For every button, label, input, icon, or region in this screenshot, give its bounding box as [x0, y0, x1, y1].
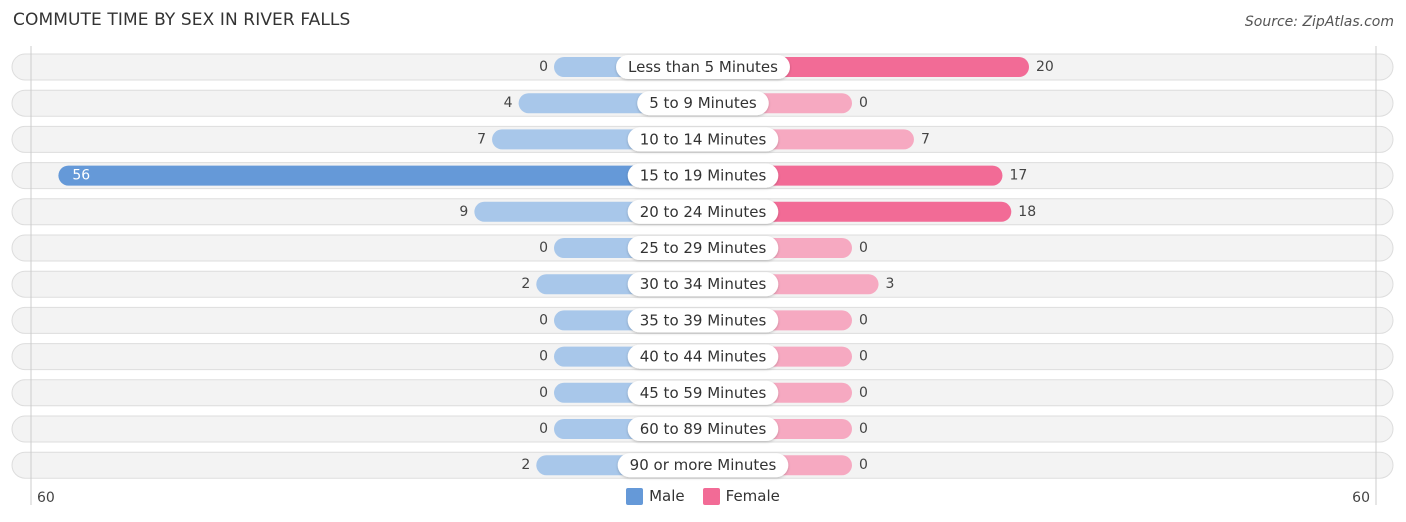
male-value-label: 9 — [459, 204, 468, 220]
male-value-label: 0 — [539, 421, 548, 437]
bar-row: 56 17 15 to 19 Minutes — [11, 162, 1394, 190]
female-value-label: 0 — [859, 385, 868, 401]
category-label: 90 or more Minutes — [630, 456, 777, 474]
female-value-label: 0 — [859, 349, 868, 365]
legend-item-female[interactable]: Female — [702, 487, 780, 505]
female-value-label: 17 — [1009, 168, 1027, 184]
male-value-label: 56 — [72, 168, 90, 184]
category-label: 20 to 24 Minutes — [640, 203, 767, 221]
female-value-label: 0 — [859, 95, 868, 111]
female-value-label: 0 — [859, 457, 868, 473]
bar-row: 2 0 90 or more Minutes — [11, 451, 1394, 479]
category-label: 35 to 39 Minutes — [640, 311, 767, 329]
male-value-label: 0 — [539, 349, 548, 365]
category-label: 30 to 34 Minutes — [640, 275, 767, 293]
legend-item-male[interactable]: Male — [626, 487, 685, 505]
male-value-label: 0 — [539, 59, 548, 75]
female-value-label: 0 — [859, 240, 868, 256]
chart-canvas: 0 20Less than 5 Minutes4 05 to 9 Minutes7 7… — [11, 46, 1394, 506]
category-label: 10 to 14 Minutes — [640, 130, 767, 148]
male-value-label: 4 — [504, 95, 513, 111]
bar-row: 4 0 5 to 9 Minutes — [11, 89, 1394, 117]
male-value-label: 0 — [539, 385, 548, 401]
female-value-label: 0 — [859, 312, 868, 328]
legend-swatch-female — [702, 487, 720, 505]
male-value-label: 2 — [521, 457, 530, 473]
bar-row: 9 18 20 to 24 Minutes — [11, 198, 1394, 226]
bar-row: 7 7 10 to 14 Minutes — [11, 125, 1394, 153]
male-value-label: 0 — [539, 312, 548, 328]
category-label: 25 to 29 Minutes — [640, 239, 767, 257]
bar-row: 0 20 Less than 5 Minutes — [11, 53, 1394, 81]
legend-label-male: Male — [649, 487, 685, 505]
bar-row: 2 3 30 to 34 Minutes — [11, 270, 1394, 298]
bar-row: 0 0 40 to 44 Minutes — [11, 343, 1394, 371]
legend-label-female: Female — [725, 487, 780, 505]
male-value-label: 2 — [521, 276, 530, 292]
category-label: Less than 5 Minutes — [628, 58, 778, 76]
category-label: 15 to 19 Minutes — [640, 167, 767, 185]
bar-row: 0 0 45 to 59 Minutes — [11, 379, 1394, 407]
female-value-label: 0 — [859, 421, 868, 437]
bar-row: 0 0 25 to 29 Minutes — [11, 234, 1394, 262]
male-value-label: 7 — [477, 131, 486, 147]
category-label: 45 to 59 Minutes — [640, 384, 767, 402]
category-label: 40 to 44 Minutes — [640, 348, 767, 366]
male-bar — [58, 165, 703, 186]
female-value-label: 20 — [1036, 59, 1054, 75]
bar-row: 0 0 35 to 39 Minutes — [11, 306, 1394, 334]
female-value-label: 3 — [886, 276, 895, 292]
legend: Male Female — [0, 487, 1406, 505]
female-value-label: 18 — [1018, 204, 1036, 220]
category-label: 5 to 9 Minutes — [649, 94, 757, 112]
bar-row: 0 0 60 to 89 Minutes — [11, 415, 1394, 443]
female-value-label: 7 — [921, 131, 930, 147]
category-label: 60 to 89 Minutes — [640, 420, 767, 438]
legend-swatch-male — [626, 487, 644, 505]
male-value-label: 0 — [539, 240, 548, 256]
